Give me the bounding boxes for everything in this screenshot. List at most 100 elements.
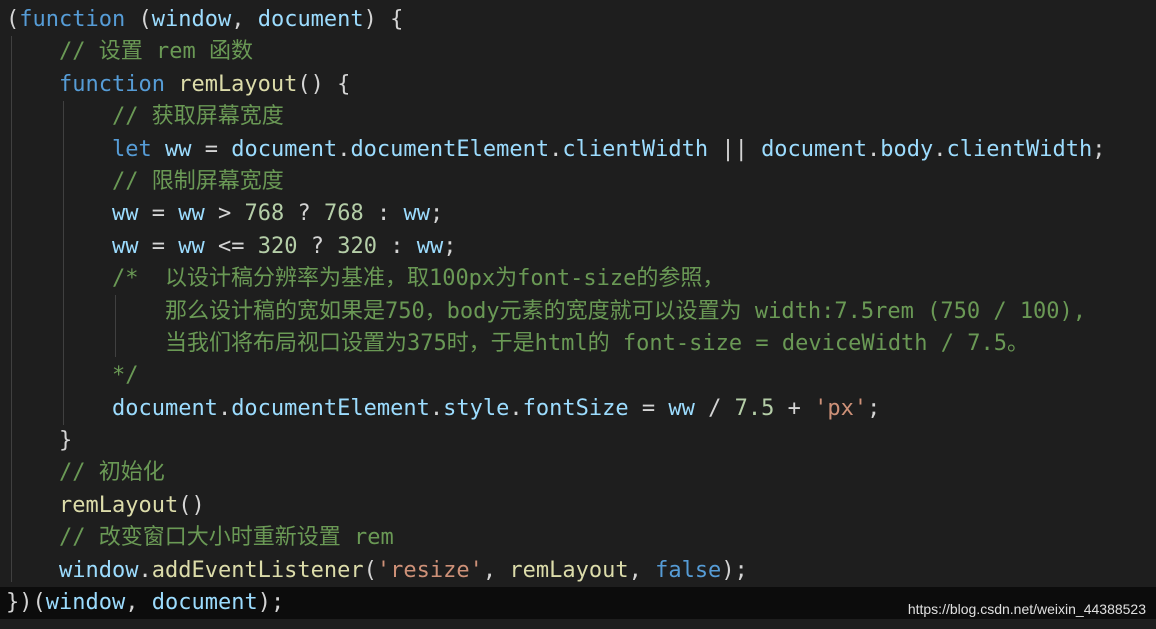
- identifier-token: ww: [164, 136, 192, 162]
- identifier-token: window: [151, 7, 232, 32]
- number-token: 320: [257, 233, 298, 259]
- string-token: 'px': [814, 395, 868, 421]
- code-text: ;: [1092, 136, 1106, 162]
- string-token: 'resize': [376, 557, 483, 583]
- comment-token: // 改变窗口大小时重新设置 rem: [58, 525, 394, 551]
- code-text: ?: [297, 233, 338, 259]
- code-line[interactable]: (function (window, document) {: [6, 4, 1156, 36]
- code-line[interactable]: let ww = document.documentElement.client…: [6, 134, 1156, 166]
- code-line[interactable]: /* 以设计稿分辨率为基准，取100px为font-size的参照，: [6, 263, 1156, 295]
- identifier-token: document: [111, 395, 218, 421]
- code-line[interactable]: window.addEventListener('resize', remLay…: [6, 555, 1156, 587]
- code-text: ;: [429, 201, 444, 227]
- code-line[interactable]: // 获取屏幕宽度: [6, 101, 1156, 133]
- comment-token: // 设置 rem 函数: [58, 39, 253, 65]
- comment-token: 那么设计稿的宽如果是750，body元素的宽度就可以设置为 width:7.5r…: [111, 298, 1087, 324]
- code-lines[interactable]: (function (window, document) { // 设置 rem…: [0, 4, 1156, 620]
- code-text: })(: [6, 590, 46, 616]
- code-text: =: [138, 201, 179, 227]
- function-name-token: remLayout: [178, 71, 298, 97]
- identifier-token: ww: [111, 233, 139, 259]
- function-name-token: remLayout: [58, 492, 179, 518]
- identifier-token: style: [443, 395, 510, 421]
- keyword-token: function: [19, 7, 126, 32]
- code-line[interactable]: 当我们将布局视口设置为375时，于是html的 font-size = devi…: [6, 328, 1156, 360]
- identifier-token: ww: [178, 201, 205, 227]
- code-text: =: [628, 395, 669, 421]
- code-text: =: [191, 136, 232, 162]
- comment-token: // 获取屏幕宽度: [111, 104, 284, 130]
- code-text: (: [363, 557, 377, 583]
- code-text: .: [933, 136, 947, 162]
- code-text: .: [337, 136, 351, 162]
- comment-token: // 限制屏幕宽度: [111, 168, 284, 194]
- code-text: ||: [708, 136, 762, 162]
- code-text: .: [867, 136, 881, 162]
- code-text: () {: [297, 71, 351, 97]
- identifier-token: window: [45, 590, 126, 616]
- code-line[interactable]: }: [6, 425, 1156, 457]
- code-line[interactable]: remLayout(): [6, 490, 1156, 522]
- keyword-token: let: [111, 136, 152, 162]
- code-text: :: [376, 233, 417, 259]
- identifier-token: clientWidth: [562, 136, 709, 162]
- identifier-token: ww: [111, 201, 139, 227]
- identifier-token: body: [880, 136, 934, 162]
- code-text: .: [509, 395, 523, 421]
- keyword-token: false: [655, 557, 722, 583]
- code-editor[interactable]: (function (window, document) { // 设置 rem…: [0, 0, 1156, 629]
- identifier-token: ww: [416, 233, 444, 259]
- identifier-token: document: [231, 136, 338, 162]
- code-line[interactable]: ww = ww <= 320 ? 320 : ww;: [6, 231, 1156, 263]
- comment-token: /* 以设计稿分辨率为基准，取100px为font-size的参照，: [111, 266, 725, 292]
- code-line[interactable]: document.documentElement.style.fontSize …: [6, 393, 1156, 425]
- code-text: >: [204, 201, 245, 227]
- code-line[interactable]: // 初始化: [6, 457, 1156, 489]
- code-text: );: [721, 557, 748, 583]
- number-token: 320: [337, 233, 377, 259]
- identifier-token: fontSize: [522, 395, 629, 421]
- identifier-token: clientWidth: [946, 136, 1093, 162]
- identifier-token: ww: [668, 395, 695, 421]
- code-line[interactable]: // 设置 rem 函数: [6, 36, 1156, 68]
- function-name-token: remLayout: [509, 557, 629, 583]
- code-text: ;: [443, 233, 457, 259]
- comment-token: */: [111, 363, 139, 389]
- code-text: .: [138, 557, 152, 583]
- number-token: 768: [323, 201, 364, 227]
- identifier-token: document: [761, 136, 868, 162]
- code-line[interactable]: ww = ww > 768 ? 768 : ww;: [6, 198, 1156, 230]
- code-text: ,: [125, 590, 152, 616]
- identifier-token: document: [257, 7, 364, 32]
- code-text: =: [138, 233, 179, 259]
- code-text: /: [694, 395, 735, 421]
- code-line[interactable]: // 改变窗口大小时重新设置 rem: [6, 522, 1156, 554]
- watermark-url: https://blog.csdn.net/weixin_44388523: [907, 601, 1146, 617]
- code-text: ,: [231, 7, 258, 32]
- code-line[interactable]: function remLayout() {: [6, 69, 1156, 101]
- code-line[interactable]: // 限制屏幕宽度: [6, 166, 1156, 198]
- code-text: );: [257, 590, 285, 616]
- code-line[interactable]: 那么设计稿的宽如果是750，body元素的宽度就可以设置为 width:7.5r…: [6, 296, 1156, 328]
- comment-token: // 初始化: [58, 460, 165, 486]
- code-line[interactable]: */: [6, 360, 1156, 392]
- identifier-token: documentElement: [231, 395, 430, 421]
- code-text: ) {: [363, 7, 404, 32]
- code-text: }: [6, 428, 73, 454]
